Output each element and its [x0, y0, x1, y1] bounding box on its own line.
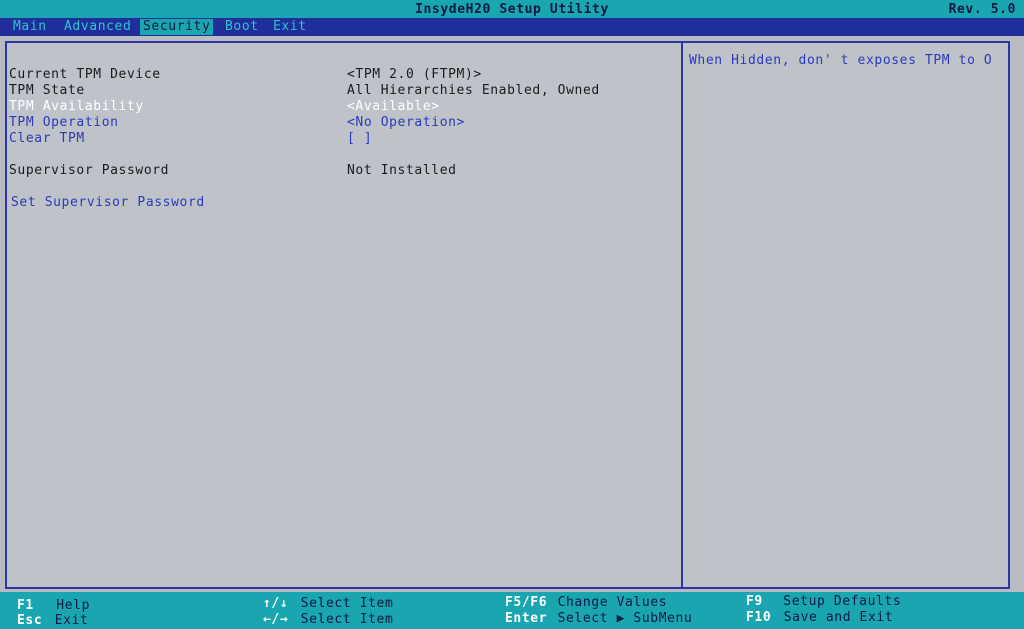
tpm-availability-value[interactable]: <Available> — [347, 99, 440, 114]
esc-key: Esc — [17, 613, 43, 628]
panel-divider — [681, 43, 683, 587]
f10-desc: Save and Exit — [783, 610, 894, 625]
revision-label: Rev. 5.0 — [948, 2, 1016, 17]
leftright-key: ←/→ — [263, 612, 289, 627]
updown-hint: ↑/↓ Select Item — [263, 596, 393, 611]
change-values-hint: F5/F6 Change Values — [505, 595, 667, 610]
f1-key: F1 — [17, 598, 34, 613]
tab-main[interactable]: Main — [10, 19, 50, 35]
help-text: When Hidden, don' t exposes TPM to O — [689, 53, 993, 68]
settings-panel: Current TPM Device <TPM 2.0 (FTPM)> TPM … — [5, 41, 1010, 589]
help-hint: F1 Help — [17, 598, 90, 613]
leftright-hint: ←/→ Select Item — [263, 612, 393, 627]
supervisor-password-status: Not Installed — [347, 163, 457, 178]
clear-tpm-label[interactable]: Clear TPM — [9, 131, 85, 146]
leftright-desc: Select Item — [300, 612, 394, 627]
f1-desc: Help — [56, 598, 91, 613]
app-title: InsydeH20 Setup Utility — [415, 2, 609, 17]
current-tpm-device-value: <TPM 2.0 (FTPM)> — [347, 67, 482, 82]
f5f6-key: F5/F6 — [505, 595, 548, 610]
updown-desc: Select Item — [300, 596, 394, 611]
tpm-operation-value[interactable]: <No Operation> — [347, 115, 465, 130]
tpm-state-value: All Hierarchies Enabled, Owned — [347, 83, 600, 98]
submenu-hint: Enter Select ▶ SubMenu — [505, 611, 692, 626]
enter-desc: Select ▶ SubMenu — [557, 611, 693, 626]
f5f6-desc: Change Values — [557, 595, 668, 610]
clear-tpm-checkbox[interactable]: [ ] — [347, 131, 372, 146]
menu-bar: Main Advanced Security Boot Exit — [0, 18, 1024, 36]
tab-advanced[interactable]: Advanced — [61, 19, 134, 35]
updown-key: ↑/↓ — [263, 596, 289, 611]
f9-key: F9 — [746, 594, 763, 609]
tab-security[interactable]: Security — [140, 19, 214, 35]
tpm-availability-label[interactable]: TPM Availability — [9, 99, 144, 114]
current-tpm-device-label: Current TPM Device — [9, 67, 161, 82]
tab-exit[interactable]: Exit — [270, 19, 310, 35]
title-bar: InsydeH20 Setup Utility Rev. 5.0 — [0, 0, 1024, 18]
save-exit-hint: F10 Save and Exit — [746, 610, 893, 625]
set-supervisor-password-item[interactable]: Set Supervisor Password — [11, 195, 205, 210]
f9-desc: Setup Defaults — [783, 594, 902, 609]
exit-hint: Esc Exit — [17, 613, 88, 628]
setup-defaults-hint: F9 Setup Defaults — [746, 594, 901, 609]
tab-boot[interactable]: Boot — [222, 19, 262, 35]
tpm-state-label: TPM State — [9, 83, 85, 98]
supervisor-password-label: Supervisor Password — [9, 163, 170, 178]
key-help-bar: F1 Help Esc Exit ↑/↓ Select Item ←/→ Sel… — [0, 592, 1024, 629]
tpm-operation-label[interactable]: TPM Operation — [9, 115, 119, 130]
enter-key: Enter — [505, 611, 548, 626]
esc-desc: Exit — [54, 613, 89, 628]
f10-key: F10 — [746, 610, 772, 625]
